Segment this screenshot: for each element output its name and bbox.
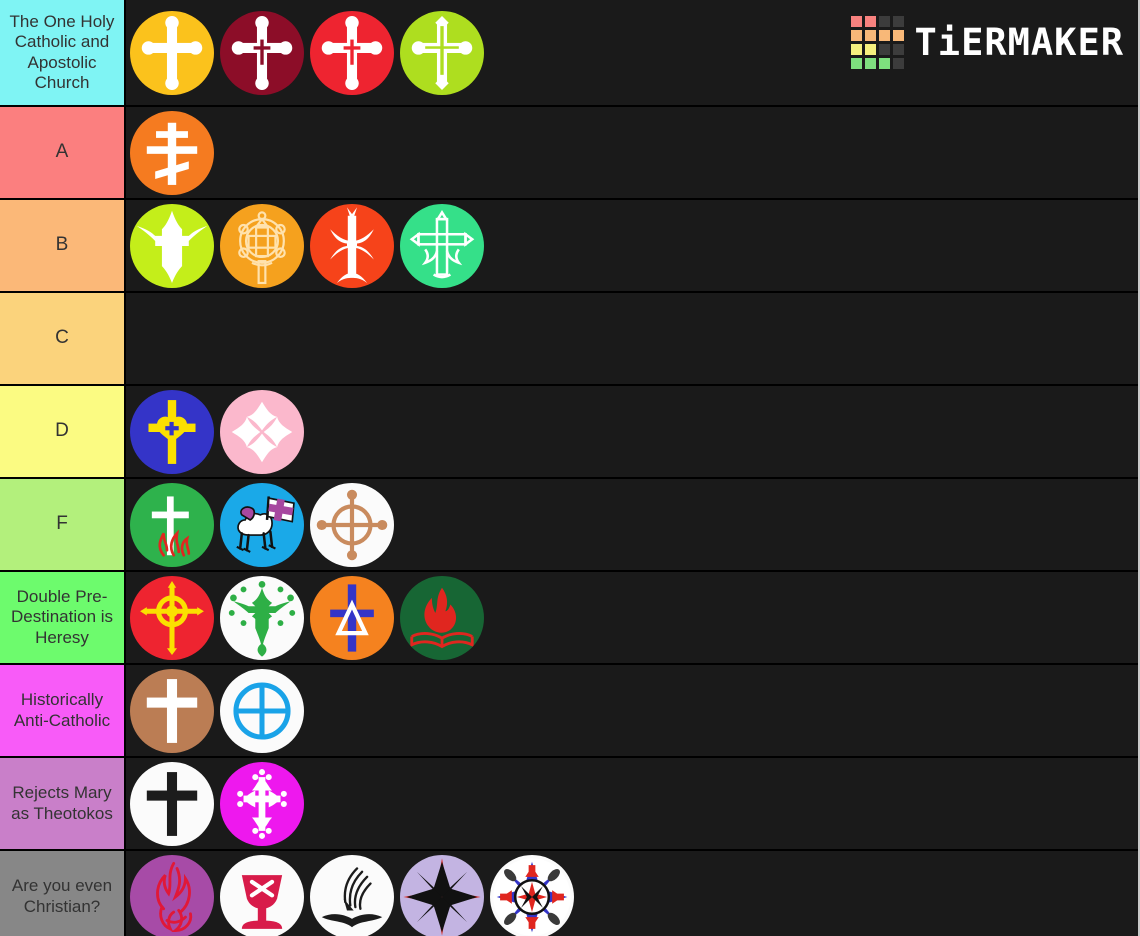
tier-row: C bbox=[0, 293, 1138, 386]
tier-items[interactable] bbox=[126, 851, 1138, 936]
tier-list-container: TiERMAKER The One Holy Catholic and Apos… bbox=[0, 0, 1140, 936]
pentecostal-dove-flame[interactable] bbox=[130, 854, 214, 936]
anglican-rounded-cross[interactable] bbox=[220, 389, 304, 474]
bolnisi-cross[interactable] bbox=[130, 203, 214, 288]
tier-items[interactable] bbox=[126, 0, 1138, 105]
tier-items[interactable] bbox=[126, 758, 1138, 849]
tier-row: D bbox=[0, 386, 1138, 479]
tier-items[interactable] bbox=[126, 386, 1138, 477]
eastern-orthodox-three-bar-cross[interactable] bbox=[130, 110, 214, 195]
tier-items[interactable] bbox=[126, 293, 1138, 384]
tier-row: Are you even Christian? bbox=[0, 851, 1138, 936]
green-apostolic-cross[interactable] bbox=[400, 10, 484, 95]
methodist-cross-and-flame[interactable] bbox=[130, 482, 214, 567]
tier-items[interactable] bbox=[126, 200, 1138, 291]
tier-label[interactable]: F bbox=[0, 479, 126, 570]
tier-label[interactable]: D bbox=[0, 386, 126, 477]
tier-label[interactable]: The One Holy Catholic and Apostolic Chur… bbox=[0, 0, 126, 105]
tier-items[interactable] bbox=[126, 572, 1138, 663]
coptic-ornate-cross[interactable] bbox=[220, 203, 304, 288]
hex-sign-rosette[interactable] bbox=[490, 854, 574, 936]
tier-row: Rejects Mary as Theotokos bbox=[0, 758, 1138, 851]
tier-items[interactable] bbox=[126, 479, 1138, 570]
magenta-ornate-cross[interactable] bbox=[220, 761, 304, 846]
tier-items[interactable] bbox=[126, 665, 1138, 756]
assemblies-flame-and-book[interactable] bbox=[400, 575, 484, 660]
tier-items[interactable] bbox=[126, 107, 1138, 198]
lutheran-cross-heart[interactable] bbox=[130, 389, 214, 474]
reformed-celtic-cross[interactable] bbox=[130, 575, 214, 660]
tier-label[interactable]: B bbox=[0, 200, 126, 291]
disciples-of-christ-chalice[interactable] bbox=[220, 854, 304, 936]
tier-label[interactable]: C bbox=[0, 293, 126, 384]
presbyterian-celtic-cross[interactable] bbox=[310, 482, 394, 567]
tier-row: A bbox=[0, 107, 1138, 200]
maroon-orthodox-cross[interactable] bbox=[220, 10, 304, 95]
tier-row: F bbox=[0, 479, 1138, 572]
quaker-circled-cross[interactable] bbox=[220, 668, 304, 753]
seventh-day-adventist-logo[interactable] bbox=[310, 854, 394, 936]
moravian-lamb-of-god[interactable] bbox=[220, 482, 304, 567]
baptist-latin-cross[interactable] bbox=[130, 668, 214, 753]
tier-rows: The One Holy Catholic and Apostolic Chur… bbox=[0, 0, 1138, 936]
tier-label[interactable]: Double Pre-Destination is Heresy bbox=[0, 572, 126, 663]
tier-label[interactable]: Historically Anti-Catholic bbox=[0, 665, 126, 756]
tier-row: The One Holy Catholic and Apostolic Chur… bbox=[0, 0, 1138, 107]
tier-label[interactable]: Are you even Christian? bbox=[0, 851, 126, 936]
roman-catholic-cross[interactable] bbox=[130, 10, 214, 95]
tier-label[interactable]: Rejects Mary as Theotokos bbox=[0, 758, 126, 849]
nondenominational-black-cross[interactable] bbox=[130, 761, 214, 846]
armenian-khachkar-cross[interactable] bbox=[310, 203, 394, 288]
congregational-trinity-cross[interactable] bbox=[310, 575, 394, 660]
red-orthodox-cross[interactable] bbox=[310, 10, 394, 95]
lds-star[interactable] bbox=[400, 854, 484, 936]
tier-row: Double Pre-Destination is Heresy bbox=[0, 572, 1138, 665]
huguenot-cross[interactable] bbox=[220, 575, 304, 660]
tier-row: Historically Anti-Catholic bbox=[0, 665, 1138, 758]
ethiopian-cross[interactable] bbox=[400, 203, 484, 288]
tier-row: B bbox=[0, 200, 1138, 293]
tier-label[interactable]: A bbox=[0, 107, 126, 198]
